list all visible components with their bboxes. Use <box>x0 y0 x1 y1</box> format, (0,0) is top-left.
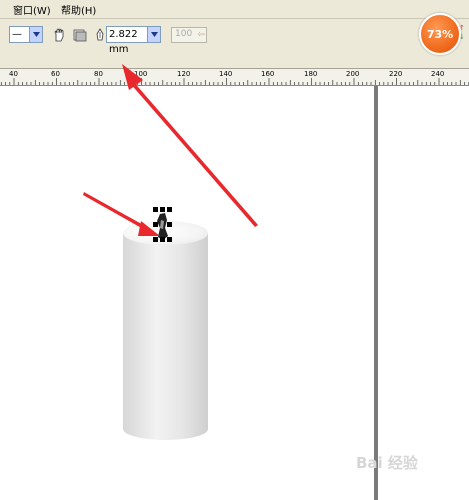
ruler-label: 160 <box>261 70 275 78</box>
ruler-label: 100 <box>134 70 148 78</box>
disabled-numeric-field: 100 ⇦ <box>171 27 207 43</box>
ruler-label: 120 <box>177 70 191 78</box>
ruler-label: 60 <box>51 70 60 78</box>
menu-help[interactable]: 帮助(H) <box>61 2 96 17</box>
ruler-label: 200 <box>346 70 360 78</box>
drawing-canvas[interactable] <box>0 86 469 500</box>
menu-window[interactable]: 窗口(W) <box>13 2 51 17</box>
page-border <box>374 86 378 500</box>
hand-tool-icon[interactable] <box>51 27 67 43</box>
chevron-down-icon[interactable] <box>29 27 42 42</box>
ruler-label: 220 <box>389 70 403 78</box>
line-style-value: — <box>12 29 22 40</box>
ruler-label: 140 <box>219 70 233 78</box>
watermark: Bai 经验 <box>356 454 418 472</box>
overprint-icon[interactable] <box>72 27 88 43</box>
zoom-badge[interactable]: 73% <box>419 13 461 55</box>
ruler-label: 80 <box>94 70 103 78</box>
cylinder-body[interactable] <box>123 233 208 429</box>
cylinder-top[interactable] <box>123 221 208 245</box>
line-style-dropdown[interactable]: — <box>9 26 43 43</box>
outline-width-dropdown[interactable]: 2.822 mm <box>106 26 161 55</box>
side-arrows-icon: ↑ ↓ <box>459 24 465 41</box>
ruler-label: 240 <box>431 70 445 78</box>
zoom-percent: 73% <box>426 27 454 41</box>
ruler-label: 180 <box>304 70 318 78</box>
ruler-label: 40 <box>9 70 18 78</box>
menu-bar: 窗口(W) 帮助(H) <box>0 0 469 19</box>
chevron-down-icon[interactable] <box>147 27 160 42</box>
property-bar <box>0 19 469 69</box>
disabled-numeric-value: 100 <box>175 29 193 39</box>
horizontal-ruler[interactable]: 40 60 80 100 120 140 160 180 200 220 240 <box>0 69 469 86</box>
apply-arrow-icon: ⇦ <box>197 30 205 40</box>
